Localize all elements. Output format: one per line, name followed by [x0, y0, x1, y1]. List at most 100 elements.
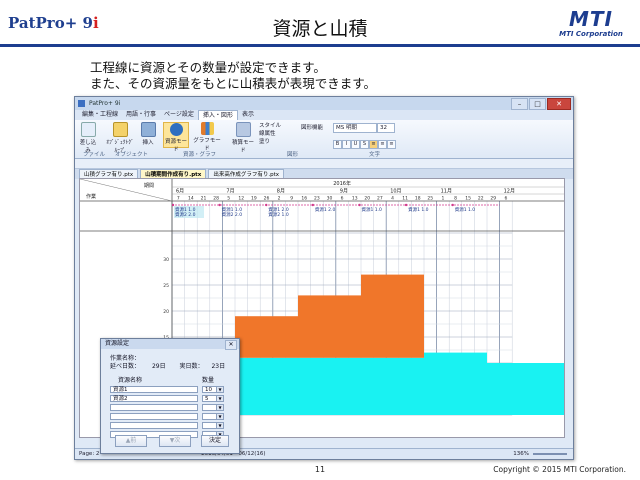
shape-function-dropdown[interactable]: 図形機能: [301, 123, 323, 131]
underline-button[interactable]: U: [351, 140, 360, 149]
resource-qty-field[interactable]: ▼: [202, 404, 224, 411]
chevron-down-icon[interactable]: ▼: [216, 405, 223, 410]
align-center-button[interactable]: ≡: [378, 140, 387, 149]
maximize-button[interactable]: □: [529, 98, 546, 110]
task-resource-label: 資源2 1.0: [268, 211, 289, 218]
menu-view[interactable]: 表示: [238, 110, 258, 120]
insert-object-button[interactable]: 挿入: [141, 122, 156, 146]
fill-dropdown[interactable]: 塗り: [259, 138, 281, 146]
style-group: スタイル 線属性 塗り: [259, 122, 281, 146]
day-label: 2: [278, 196, 281, 202]
day-label: 21: [201, 196, 207, 202]
font-name-select[interactable]: MS 明朝: [333, 123, 377, 133]
resource-name-field[interactable]: 資源2: [110, 395, 198, 402]
task-resource-label: 資源1 1.0: [408, 206, 429, 213]
resource2-bar: [298, 295, 361, 358]
header-layer: 期間作業2016年6月7 14 21 287月5 12 19 268月2 9 16 23 309月6…: [86, 180, 564, 202]
italic-button[interactable]: I: [342, 140, 351, 149]
quick-access-toolbar: [75, 159, 573, 169]
task-resource-label: 資源1 2.0: [315, 206, 336, 213]
resource-table: 資源名称 数量 資源110▼資源25▼▼▼▼▼: [110, 377, 232, 439]
zoom-slider[interactable]: [533, 453, 567, 455]
col-resource-name: 資源名称: [118, 377, 143, 384]
group-label-resource-graph: 資源・グラフ: [183, 152, 217, 158]
day-label: 12: [238, 196, 244, 202]
resource1-bar: [298, 357, 361, 415]
menu-page-setup[interactable]: ページ設定: [160, 110, 198, 120]
graph-mode-button[interactable]: グラフモード: [193, 122, 221, 152]
task-resource-label: 資源1 1.0: [361, 206, 382, 213]
resource-qty-field[interactable]: 10 ▼: [202, 386, 224, 393]
day-label: 30: [327, 196, 333, 202]
resource1-bar: [361, 357, 424, 415]
minimize-button[interactable]: –: [511, 98, 528, 110]
day-label: 4: [391, 196, 394, 202]
month-label: 11月: [441, 189, 452, 195]
resource1-bar: [487, 363, 550, 415]
chevron-down-icon[interactable]: ▼: [216, 414, 223, 419]
day-label: 23: [314, 196, 320, 202]
copyright: Copyright © 2015 MTI Corporation.: [493, 465, 626, 474]
resource-row: ▼: [110, 413, 232, 421]
day-label: 28: [213, 196, 219, 202]
task-node: [358, 203, 361, 207]
accumulate-icon: [235, 122, 251, 137]
previous-button[interactable]: ▲前: [115, 435, 147, 447]
year-label: 2016年: [333, 180, 351, 187]
window-titlebar: PatPro+ 9i – □ ✕: [75, 97, 573, 110]
group-label-text: 文字: [369, 152, 381, 158]
task-node: [451, 203, 454, 207]
mti-logo: MTI MTI Corporation: [556, 8, 626, 38]
menu-edit-process[interactable]: 編集・工程線: [78, 110, 122, 120]
resource-name-field[interactable]: [110, 404, 198, 411]
resource-qty-value: 10: [205, 387, 212, 393]
resource-row: 資源2 5 ▼: [110, 395, 232, 403]
ok-button[interactable]: 決定: [201, 435, 229, 447]
actual-days-label: 実日数：: [179, 363, 204, 370]
resource-name-field[interactable]: [110, 422, 198, 429]
task-node: [265, 203, 268, 207]
day-label: 11: [402, 196, 408, 202]
menu-insert-shapes[interactable]: 挿入・図形: [197, 110, 238, 120]
chevron-down-icon[interactable]: ▼: [216, 396, 223, 401]
bar-chart-icon: [200, 122, 214, 135]
resource1-bar: [235, 357, 298, 415]
resource-qty-field[interactable]: ▼: [202, 413, 224, 420]
resource-mode-button[interactable]: 資源モード: [163, 122, 189, 153]
close-button[interactable]: ✕: [547, 98, 571, 110]
task-node: [311, 203, 315, 207]
day-label: 18: [415, 196, 421, 202]
month-label: 10月: [390, 189, 401, 195]
resource1-bar: [424, 352, 487, 415]
task-node: [171, 203, 175, 207]
window-controls: – □ ✕: [511, 98, 571, 110]
chevron-down-icon[interactable]: ▼: [216, 423, 223, 428]
day-label: 25: [427, 196, 433, 202]
accumulate-mode-button[interactable]: 積算モード: [231, 122, 255, 154]
resource-name-field[interactable]: [110, 413, 198, 420]
style-dropdown[interactable]: スタイル: [259, 122, 281, 130]
resource-qty-field[interactable]: ▼: [202, 422, 224, 429]
bold-button[interactable]: B: [333, 140, 342, 149]
resource-qty-field[interactable]: 5 ▼: [202, 395, 224, 402]
strike-button[interactable]: S: [360, 140, 369, 149]
next-button[interactable]: ▼次: [159, 435, 191, 447]
month-label: 12月: [504, 189, 515, 195]
font-size-select[interactable]: 32: [377, 123, 395, 133]
duration-label: 延べ日数：: [110, 363, 141, 370]
align-right-button[interactable]: ≡: [387, 140, 396, 149]
day-label: 7: [177, 196, 180, 202]
menu-terms-events[interactable]: 用語・行事: [122, 110, 160, 120]
month-label: 9月: [340, 189, 348, 195]
y-tick-label: 30: [163, 257, 169, 263]
month-label: 8月: [277, 189, 285, 195]
dialog-close-icon[interactable]: ✕: [225, 340, 237, 350]
line-attribute-dropdown[interactable]: 線属性: [259, 130, 281, 138]
chevron-down-icon[interactable]: ▼: [216, 387, 223, 392]
day-label: 26: [264, 196, 270, 202]
resource-name-field[interactable]: 資源1: [110, 386, 198, 393]
resource-setting-dialog: 資源設定 ✕ 作業名称： 延べ日数： 29日 実日数： 23日 資源名称 数量 …: [100, 338, 240, 454]
align-left-button[interactable]: ≡: [369, 140, 378, 149]
task-node: [404, 203, 408, 207]
resource-mode-icon: [169, 123, 183, 136]
